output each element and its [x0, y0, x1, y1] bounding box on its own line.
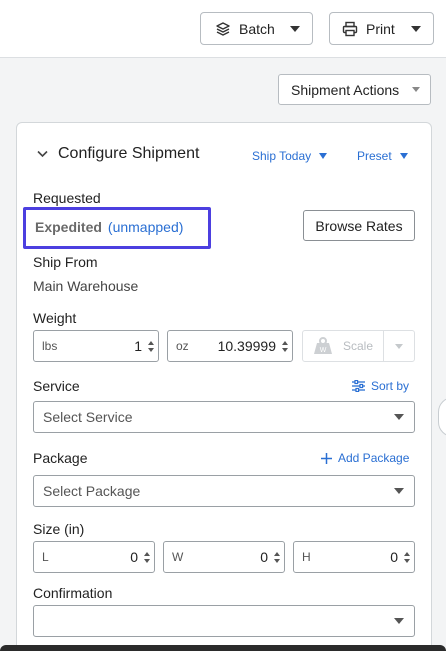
print-label: Print — [366, 20, 395, 37]
length-unit: L — [42, 550, 49, 564]
size-length-stepper[interactable]: L 0 — [33, 541, 155, 573]
width-value[interactable]: 0 — [183, 549, 274, 565]
preset-dropdown[interactable]: Preset — [357, 149, 408, 163]
height-value[interactable]: 0 — [311, 549, 404, 565]
service-label: Service — [33, 378, 80, 394]
length-value[interactable]: 0 — [49, 549, 144, 565]
chevron-down-icon — [394, 618, 404, 624]
oz-unit: oz — [176, 339, 189, 353]
size-label: Size (in) — [33, 521, 85, 537]
batch-button[interactable]: Batch — [200, 12, 313, 45]
chevron-down-icon — [290, 25, 300, 32]
weight-lbs-stepper[interactable]: lbs 1 — [33, 330, 159, 362]
scale-dropdown[interactable] — [384, 343, 414, 349]
chevron-down-icon — [394, 488, 404, 494]
add-package-label: Add Package — [338, 451, 410, 465]
lbs-unit: lbs — [42, 339, 58, 353]
confirmation-label: Confirmation — [33, 585, 113, 601]
sort-by-link[interactable]: Sort by — [352, 379, 409, 393]
panel-header[interactable]: Configure Shipment — [37, 145, 199, 163]
layers-icon — [216, 21, 230, 36]
confirmation-select[interactable] — [33, 605, 415, 637]
preset-label: Preset — [357, 149, 392, 163]
scale-main[interactable]: W Scale — [303, 331, 384, 361]
batch-label: Batch — [239, 20, 275, 37]
service-select[interactable]: Select Service — [33, 401, 415, 433]
chevron-down-icon — [395, 343, 403, 349]
chevron-down-icon — [412, 87, 420, 92]
requested-service-status: (unmapped) — [107, 219, 184, 235]
spinner[interactable] — [404, 551, 410, 563]
chevron-down-icon — [394, 414, 404, 420]
weight-icon: W — [313, 337, 332, 354]
package-placeholder: Select Package — [43, 483, 141, 499]
svg-text:W: W — [320, 347, 327, 354]
configure-shipment-panel: Configure Shipment Ship Today Preset Req… — [16, 122, 432, 651]
weight-oz-stepper[interactable]: oz 10.39999 — [167, 330, 293, 362]
scale-label: Scale — [342, 339, 374, 353]
width-unit: W — [172, 550, 184, 564]
plus-icon — [321, 452, 332, 464]
package-select[interactable]: Select Package — [33, 475, 415, 507]
oz-value[interactable]: 10.39999 — [189, 338, 282, 354]
ship-today-label: Ship Today — [252, 149, 312, 163]
shipment-actions-label: Shipment Actions — [291, 81, 400, 98]
height-unit: H — [302, 550, 311, 564]
top-toolbar: Batch Print — [0, 0, 446, 58]
print-button[interactable]: Print — [329, 12, 434, 45]
weight-label: Weight — [33, 310, 77, 326]
spinner[interactable] — [148, 340, 154, 352]
browse-rates-label: Browse Rates — [315, 217, 403, 234]
requested-label: Requested — [33, 190, 101, 206]
ship-from-label: Ship From — [33, 254, 98, 270]
chevron-down-icon[interactable] — [37, 150, 48, 158]
bottom-bar — [0, 645, 446, 651]
size-height-stepper[interactable]: H 0 — [293, 541, 415, 573]
ship-from-value: Main Warehouse — [33, 278, 139, 294]
scale-button[interactable]: W Scale — [302, 330, 415, 362]
chevron-down-icon — [411, 25, 421, 32]
spinner[interactable] — [274, 551, 280, 563]
size-width-stepper[interactable]: W 0 — [163, 541, 285, 573]
spinner[interactable] — [282, 340, 288, 352]
panel-title: Configure Shipment — [58, 145, 200, 162]
caret-down-icon — [399, 153, 408, 159]
requested-service-name: Expedited — [35, 219, 102, 235]
caret-down-icon — [319, 153, 328, 159]
browse-rates-button[interactable]: Browse Rates — [303, 210, 415, 241]
service-placeholder: Select Service — [43, 409, 133, 425]
ship-today-dropdown[interactable]: Ship Today — [252, 149, 328, 163]
side-panel-toggle[interactable] — [438, 397, 446, 437]
lbs-value[interactable]: 1 — [57, 338, 148, 354]
package-label: Package — [33, 450, 88, 466]
spinner[interactable] — [144, 551, 150, 563]
printer-icon — [342, 21, 358, 36]
requested-service: Expedited (unmapped) — [35, 219, 183, 235]
add-package-link[interactable]: Add Package — [321, 451, 409, 465]
sort-by-label: Sort by — [371, 379, 410, 393]
shipment-actions-dropdown[interactable]: Shipment Actions — [278, 74, 431, 105]
sliders-icon — [352, 380, 365, 392]
